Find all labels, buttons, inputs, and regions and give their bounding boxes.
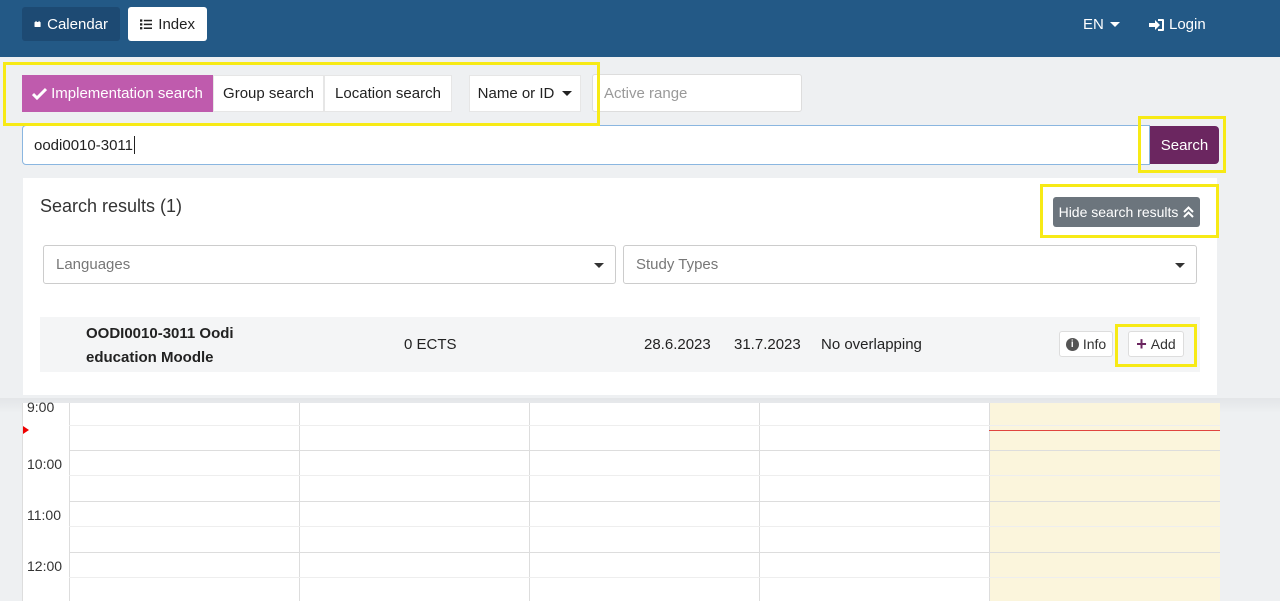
study-types-placeholder: Study Types [636,256,719,273]
active-range-input[interactable]: Active range [592,74,802,112]
language-dropdown[interactable]: EN [1083,16,1120,33]
list-icon [140,19,153,30]
search-query-text: oodi0010-3011 [34,136,133,154]
login-link[interactable]: Login [1149,16,1206,33]
add-button-label: Add [1150,336,1176,352]
calendar-nav-label: Calendar [47,15,108,33]
calendar-grid: 9:00 10:00 11:00 12:00 [22,399,1220,601]
info-button-label: Info [1082,336,1107,352]
result-start-date: 28.6.2023 [644,336,711,353]
tab-implementation-search[interactable]: Implementation search [22,75,213,112]
check-icon [32,87,48,100]
languages-placeholder: Languages [56,256,131,273]
result-row: OODI0010-3011 Oodi education Moodle 0 EC… [40,317,1200,372]
top-navbar: Calendar Index EN Login [0,0,1280,57]
info-button[interactable]: i Info [1059,331,1113,357]
plus-icon: + [1136,334,1147,354]
calendar-time-label: 11:00 [27,507,61,523]
tab-group-search[interactable]: Group search [213,75,324,112]
search-input[interactable]: oodi0010-3011 [22,125,1150,165]
result-overlap-status: No overlapping [821,336,922,353]
search-results-panel: Search results (1) Hide search results L… [23,178,1217,395]
name-or-id-dropdown[interactable]: Name or ID [469,75,581,112]
chevron-down-icon [594,263,604,268]
add-button[interactable]: + Add [1128,331,1184,357]
login-label: Login [1169,16,1206,33]
calendar-icon [34,20,41,28]
active-range-placeholder: Active range [604,84,688,102]
chevron-double-up-icon [1183,206,1195,218]
tab-implementation-label: Implementation search [51,85,203,102]
calendar-nav-button[interactable]: Calendar [22,7,120,41]
calendar-half-hour-line [69,577,1220,578]
calendar-half-hour-line [69,526,1220,527]
tab-group-label: Group search [223,85,314,102]
text-cursor [133,136,135,154]
result-course-name[interactable]: OODI0010-3011 Oodi education Moodle [86,322,256,370]
languages-filter-select[interactable]: Languages [43,245,616,284]
calendar-day-column[interactable] [69,403,299,601]
search-button[interactable]: Search [1150,126,1219,164]
hide-search-results-label: Hide search results [1058,204,1179,220]
name-or-id-label: Name or ID [477,85,555,102]
calendar-hour-line [69,450,1220,451]
hide-search-results-button[interactable]: Hide search results [1053,197,1200,227]
sign-in-icon [1149,18,1164,31]
current-time-line [989,430,1220,431]
calendar-time-label: 9:00 [27,399,55,415]
language-label: EN [1083,16,1104,33]
chevron-down-icon [1109,22,1120,27]
search-results-title: Search results (1) [40,196,183,216]
current-time-marker-icon [23,426,29,434]
calendar-hour-line [69,501,1220,502]
calendar-half-hour-line [69,425,1220,426]
index-nav-label: Index [158,15,195,33]
calendar-day-column[interactable] [299,403,529,601]
study-types-filter-select[interactable]: Study Types [623,245,1197,284]
tab-location-search[interactable]: Location search [324,75,452,112]
calendar-day-column-today[interactable] [989,403,1220,601]
calendar-hour-line [69,552,1220,553]
calendar-half-hour-line [69,475,1220,476]
result-ects: 0 ECTS [404,336,457,353]
calendar-day-column[interactable] [529,403,759,601]
calendar-day-column[interactable] [759,403,989,601]
result-end-date: 31.7.2023 [734,336,801,353]
tab-location-label: Location search [335,85,441,102]
chevron-down-icon [1175,263,1185,268]
index-nav-button[interactable]: Index [128,7,207,41]
calendar-time-label: 12:00 [27,558,63,574]
info-icon: i [1065,337,1079,351]
chevron-down-icon [562,91,573,96]
search-button-label: Search [1160,136,1209,154]
calendar-time-label: 10:00 [27,456,63,472]
